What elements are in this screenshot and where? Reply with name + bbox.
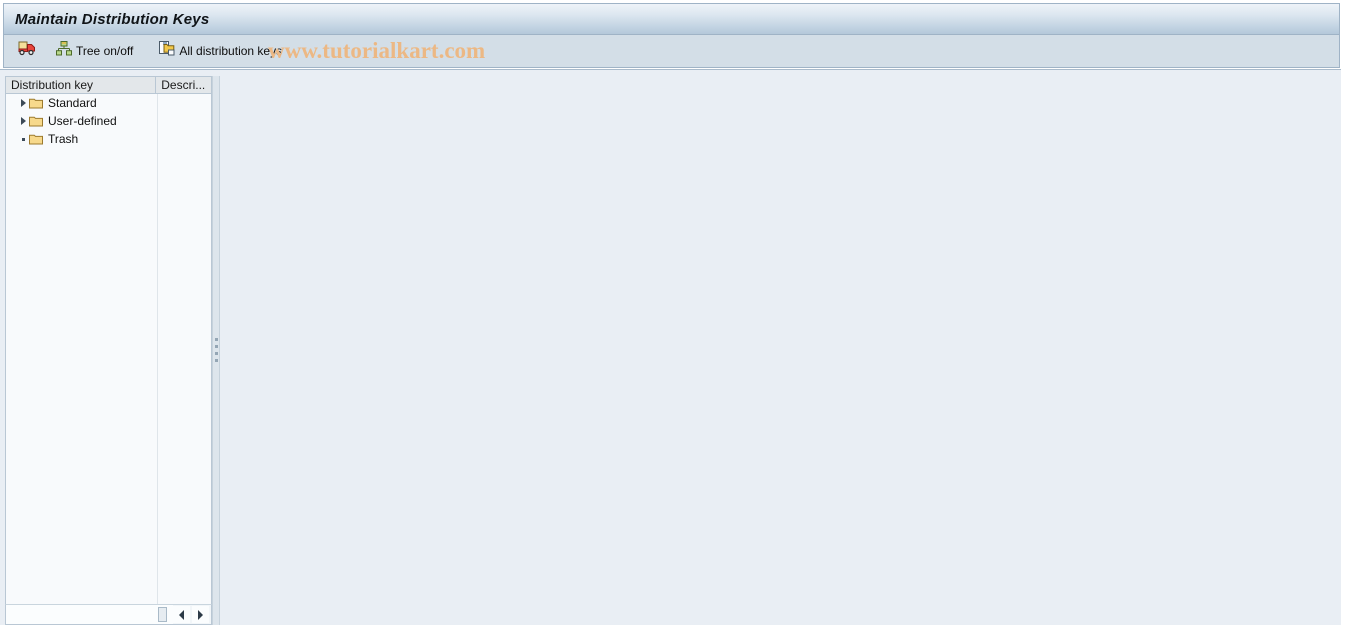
hierarchy-tree-icon <box>56 41 72 61</box>
window-right-margin <box>1341 0 1353 625</box>
column-header-distribution-key[interactable]: Distribution key <box>6 77 157 93</box>
tree-on-off-label: Tree on/off <box>76 44 134 58</box>
tree-node-user-defined[interactable]: User-defined <box>6 112 211 130</box>
distribution-key-tree-panel: Distribution key Descri... Standard User… <box>5 76 212 625</box>
scroll-left-button[interactable] <box>173 606 190 623</box>
splitter-grip-dot <box>215 345 218 348</box>
tree-node-label: Standard <box>48 96 97 110</box>
tree-node-standard[interactable]: Standard <box>6 94 211 112</box>
scrollbar-track[interactable] <box>6 605 173 624</box>
tree-node-label: User-defined <box>48 114 117 128</box>
expand-triangle-icon[interactable] <box>18 112 29 130</box>
scroll-right-button[interactable] <box>192 606 209 623</box>
page-title: Maintain Distribution Keys <box>15 10 210 28</box>
sap-application-window: Maintain Distribution Keys Tree on/off A… <box>0 0 1353 625</box>
column-header-description[interactable]: Descri... <box>156 77 211 93</box>
leaf-dot-icon <box>18 130 29 148</box>
tree-body: Standard User-defined Trash <box>6 94 211 625</box>
arrow-right-icon <box>198 609 203 620</box>
tree-node-trash[interactable]: Trash <box>6 130 211 148</box>
truck-delivery-button[interactable] <box>13 39 45 64</box>
tree-column-header-row: Distribution key Descri... <box>6 77 211 94</box>
scrollbar-thumb[interactable] <box>158 607 167 622</box>
application-toolbar: Tree on/off All distribution keys <box>3 35 1340 68</box>
detail-pane <box>221 70 1341 625</box>
all-distribution-keys-label: All distribution keys <box>179 44 283 58</box>
site-watermark: www.tutorialkart.com <box>268 38 486 63</box>
tree-horizontal-scrollbar[interactable] <box>5 604 212 625</box>
tree-on-off-button[interactable]: Tree on/off <box>51 39 138 64</box>
window-title-bar: Maintain Distribution Keys <box>3 3 1340 35</box>
folder-icon <box>29 115 43 127</box>
expand-triangle-icon[interactable] <box>18 94 29 112</box>
folder-icon <box>29 97 43 109</box>
splitter-grip-dot <box>215 338 218 341</box>
splitter-grip-dot <box>215 359 218 362</box>
tree-node-label: Trash <box>48 132 79 146</box>
copy-document-icon <box>159 41 175 61</box>
splitter-grip-dot <box>215 352 218 355</box>
tree-column-divider <box>157 94 158 625</box>
arrow-left-icon <box>179 609 184 620</box>
panel-splitter[interactable] <box>212 76 220 625</box>
folder-icon <box>29 133 43 145</box>
truck-icon <box>18 41 36 61</box>
